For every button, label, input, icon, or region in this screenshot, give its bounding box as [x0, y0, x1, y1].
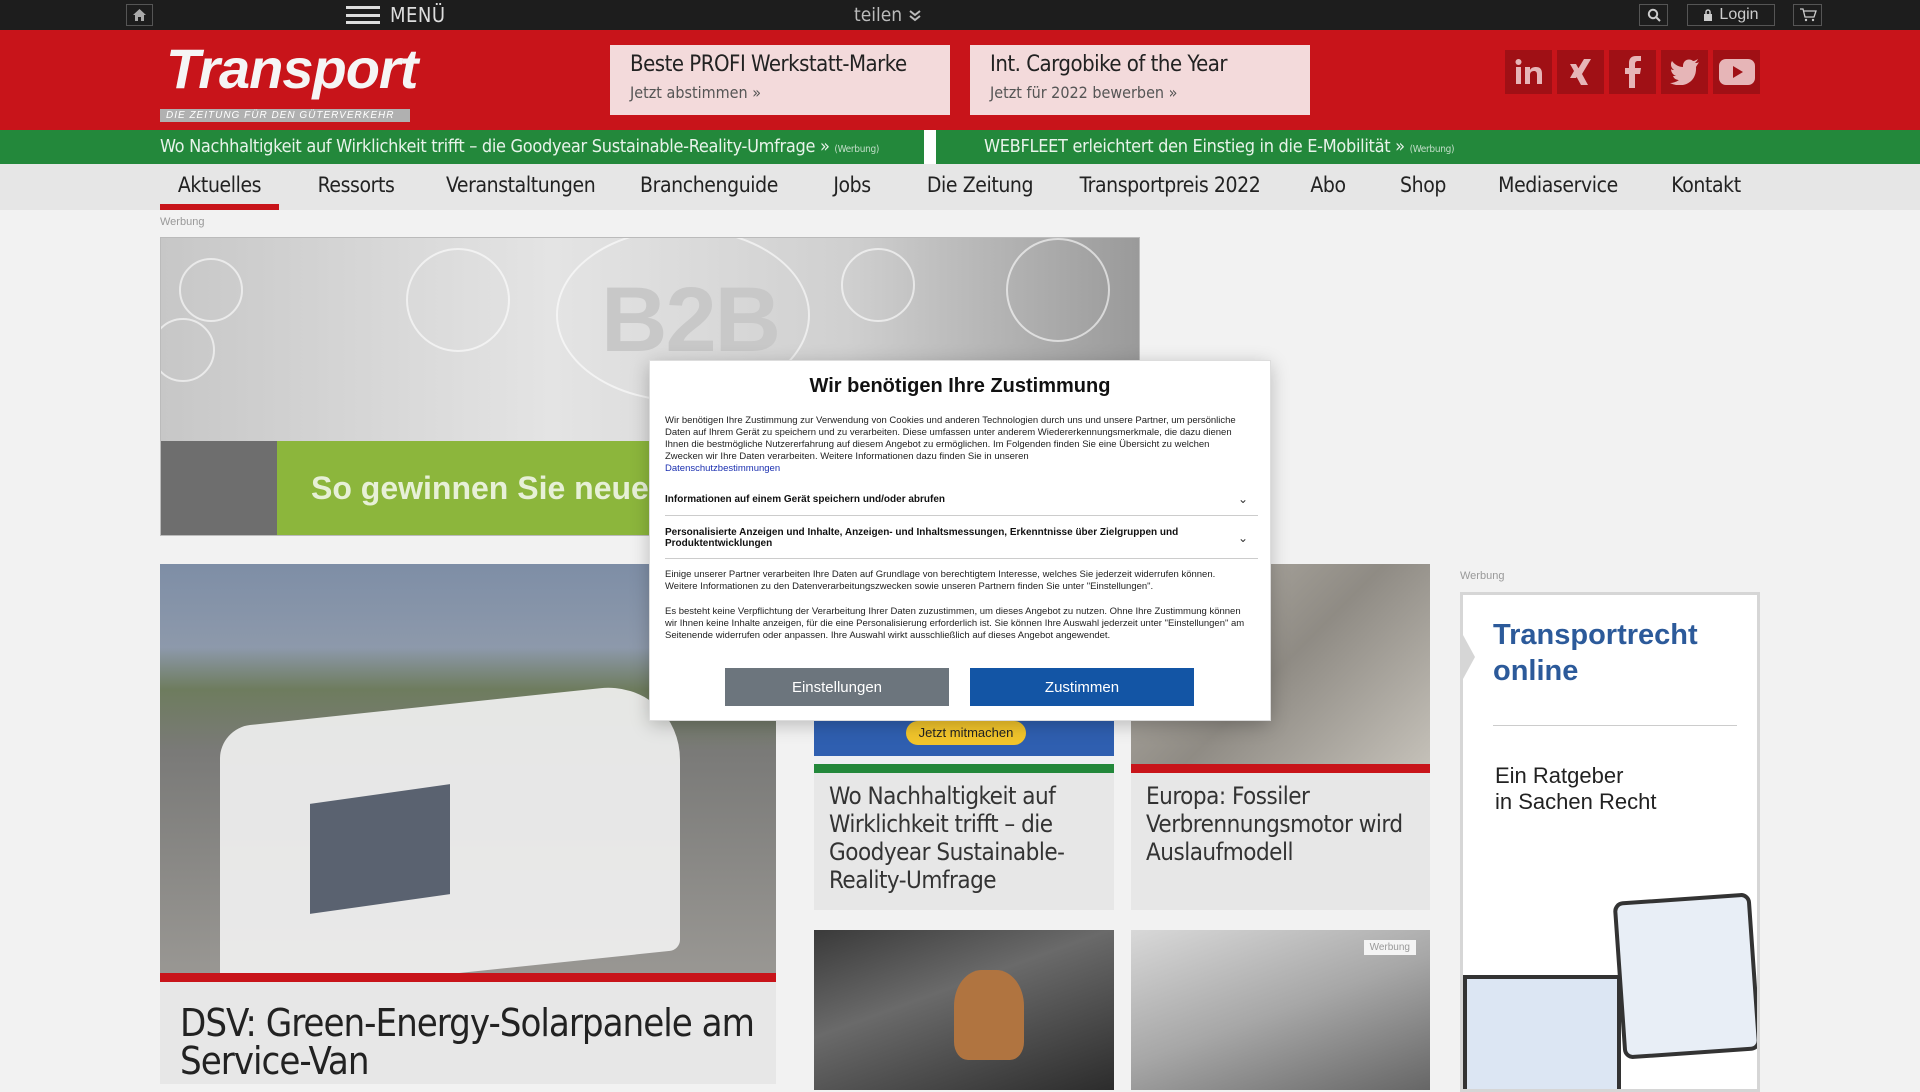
chevron-down-icon: ⌄ — [1237, 530, 1248, 545]
settings-button[interactable]: Einstellungen — [725, 668, 949, 706]
purpose-storage-toggle[interactable]: Informationen auf einem Gerät speichern … — [665, 492, 1258, 506]
purpose-ads-toggle[interactable]: Personalisierte Anzeigen und Inhalte, An… — [665, 527, 1258, 549]
consent-dialog: Wir benötigen Ihre Zustimmung Wir benöti… — [650, 361, 1270, 720]
purpose-label: Personalisierte Anzeigen und Inhalte, An… — [665, 527, 1179, 549]
purpose-label: Informationen auf einem Gerät speichern … — [665, 494, 946, 505]
consent-title: Wir benötigen Ihre Zustimmung — [809, 375, 1111, 397]
chevron-down-icon: ⌄ — [1237, 492, 1248, 506]
accept-button[interactable]: Zustimmen — [970, 668, 1194, 706]
consent-overlay: Wir benötigen Ihre Zustimmung Wir benöti… — [0, 0, 1920, 1080]
consent-intro: Wir benötigen Ihre Zustimmung zur Verwen… — [665, 415, 1248, 475]
no-obligation-text: Es besteht keine Verpflichtung der Verar… — [665, 606, 1245, 641]
privacy-policy-link[interactable]: Datenschutzbestimmungen — [665, 463, 1248, 475]
divider — [665, 558, 1258, 559]
divider — [665, 515, 1258, 516]
legit-interest-text: Einige unserer Partner verarbeiten Ihre … — [665, 569, 1216, 592]
consent-intro-text: Wir benötigen Ihre Zustimmung zur Verwen… — [665, 415, 1236, 462]
